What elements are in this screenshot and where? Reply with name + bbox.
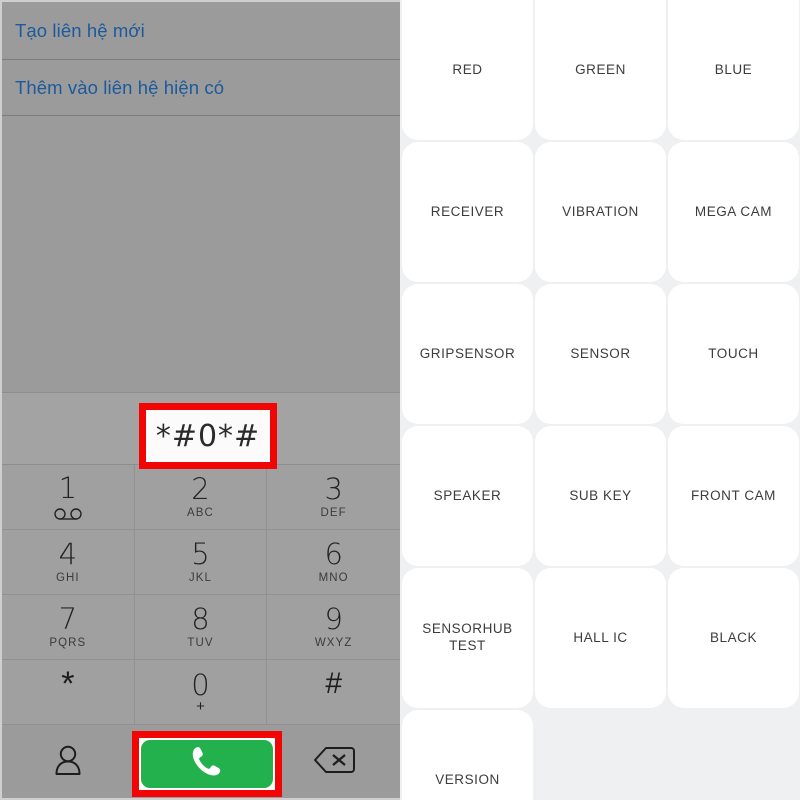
create-new-contact-action[interactable]: Tạo liên hệ mới — [2, 2, 400, 60]
test-tile-receiver[interactable]: RECEIVER — [402, 142, 533, 282]
test-tile-red[interactable]: RED — [402, 0, 533, 140]
dialpad-key-8-letters: TUV — [187, 636, 214, 649]
test-tile-label: RED — [452, 61, 483, 77]
contact-action-list: Tạo liên hệ mới Thêm vào liên hệ hiện có — [2, 2, 400, 116]
dialpad-key-0-digit: 0 — [191, 668, 210, 702]
test-tile-label: HALL IC — [573, 629, 628, 645]
dialer-empty-area — [2, 116, 400, 392]
test-tile-vibration[interactable]: VIBRATION — [535, 142, 666, 282]
test-tile-label: GREEN — [575, 61, 626, 77]
test-tile-label: VIBRATION — [562, 203, 639, 219]
dialpad-key-9-letters: WXYZ — [314, 636, 353, 649]
create-new-contact-label: Tạo liên hệ mới — [15, 19, 145, 41]
test-tile-label: BLUE — [714, 61, 753, 77]
person-icon — [53, 744, 83, 781]
test-tile-hall-ic[interactable]: HALL IC — [535, 568, 666, 708]
contacts-button[interactable] — [2, 725, 135, 798]
dialpad-key-hash[interactable]: # — [267, 660, 400, 725]
dialpad-key-6[interactable]: 6 MNO — [267, 530, 400, 595]
phone-dialer-panel: Tạo liên hệ mới Thêm vào liên hệ hiện có… — [0, 0, 400, 800]
dialpad-key-4-digit: 4 — [58, 536, 78, 571]
dialpad-key-9-digit: 9 — [324, 601, 343, 636]
dialpad-key-8[interactable]: 8 TUV — [134, 595, 268, 660]
dialpad-key-7[interactable]: 7 PQRS — [2, 595, 135, 660]
voicemail-icon — [53, 507, 83, 520]
phone-handset-icon — [188, 743, 226, 786]
test-tile-label: SENSOR — [570, 345, 631, 361]
test-tile-label: SUB KEY — [569, 487, 632, 503]
dialpad-key-5[interactable]: 5 JKL — [134, 530, 268, 595]
dialpad-key-3-digit: 3 — [324, 471, 343, 506]
test-tile-blue[interactable]: BLUE — [668, 0, 799, 140]
test-tile-touch[interactable]: TOUCH — [668, 284, 799, 424]
add-to-existing-contact-label: Thêm vào liên hệ hiện có — [15, 76, 225, 98]
dialpad-key-4-letters: GHI — [55, 571, 80, 584]
dialed-number-strip: *#0*# — [2, 392, 400, 469]
test-tile-label: VERSION — [435, 771, 500, 787]
test-grid-empty-cell — [535, 710, 666, 800]
test-tile-speaker[interactable]: SPEAKER — [402, 426, 533, 566]
dialpad-key-9[interactable]: 9 WXYZ — [267, 595, 400, 660]
call-button[interactable] — [141, 740, 273, 788]
dialpad-key-0[interactable]: 0 + — [134, 660, 268, 725]
test-tile-sensorhub-test[interactable]: SENSORHUB TEST — [402, 568, 533, 708]
dialpad-key-6-letters: MNO — [318, 571, 349, 584]
dialpad-key-3-letters: DEF — [320, 506, 347, 519]
test-tile-label: GRIPSENSOR — [419, 345, 516, 361]
call-button-highlight-box — [132, 731, 282, 797]
test-tile-gripsensor[interactable]: GRIPSENSOR — [402, 284, 533, 424]
test-tile-label: SENSORHUB TEST — [422, 621, 513, 653]
dialpad-key-3[interactable]: 3 DEF — [267, 465, 400, 530]
backspace-icon — [313, 745, 355, 780]
test-tile-label: SPEAKER — [433, 487, 502, 503]
test-tile-label: TOUCH — [708, 345, 759, 361]
test-tile-sub-key[interactable]: SUB KEY — [535, 426, 666, 566]
dialpad-key-6-digit: 6 — [324, 536, 343, 571]
dialpad-key-2-digit: 2 — [191, 471, 210, 506]
backspace-button[interactable] — [267, 725, 400, 798]
screenshot-root: Tạo liên hệ mới Thêm vào liên hệ hiện có… — [0, 0, 800, 800]
test-tile-label: BLACK — [709, 629, 758, 645]
test-tile-green[interactable]: GREEN — [535, 0, 666, 140]
dialed-number-highlight-box: *#0*# — [139, 403, 277, 469]
dialpad-key-5-letters: JKL — [188, 571, 213, 584]
dialpad-key-0-letters: + — [196, 698, 205, 715]
dialpad-key-star[interactable]: * — [2, 660, 135, 725]
test-tile-label: FRONT CAM — [691, 487, 776, 503]
dialed-number-text[interactable]: *#0*# — [156, 419, 260, 454]
test-tile-mega-cam[interactable]: MEGA CAM — [668, 142, 799, 282]
add-to-existing-contact-action[interactable]: Thêm vào liên hệ hiện có — [2, 60, 400, 116]
dialpad-key-5-digit: 5 — [191, 536, 210, 571]
test-tile-label: RECEIVER — [430, 203, 505, 219]
test-tile-black[interactable]: BLACK — [668, 568, 799, 708]
dialpad-key-1[interactable]: 1 — [2, 465, 135, 530]
test-tile-sensor[interactable]: SENSOR — [535, 284, 666, 424]
dialpad-keys: 1 2 ABC 3 DEF 4 GHI 5 JKL 6 MNO 7 PQRS 8… — [2, 464, 400, 725]
test-menu-grid: RED GREEN BLUE RECEIVER VIBRATION MEGA C… — [400, 0, 800, 800]
dialpad-key-7-letters: PQRS — [49, 636, 87, 649]
test-tile-version[interactable]: VERSION — [402, 710, 533, 800]
test-grid-empty-cell — [668, 710, 799, 800]
dialpad-key-7-digit: 7 — [58, 601, 78, 636]
dialpad-key-star-digit: * — [61, 665, 75, 703]
dialpad-key-hash-digit: # — [325, 667, 342, 700]
dialpad-key-4[interactable]: 4 GHI — [2, 530, 135, 595]
dialpad-key-2[interactable]: 2 ABC — [134, 465, 268, 530]
dialpad-key-8-digit: 8 — [191, 601, 210, 636]
test-tile-front-cam[interactable]: FRONT CAM — [668, 426, 799, 566]
dialpad-key-2-letters: ABC — [187, 506, 214, 519]
test-tile-label: MEGA CAM — [694, 203, 773, 219]
dialpad-key-1-digit: 1 — [58, 471, 78, 505]
